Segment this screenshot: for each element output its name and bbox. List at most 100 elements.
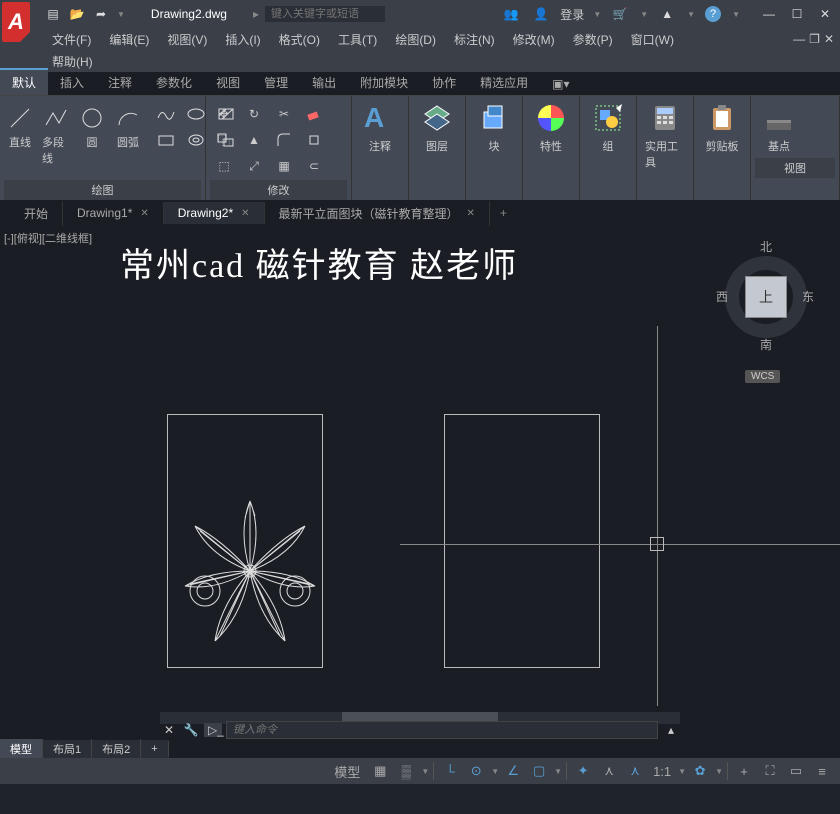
menu-param[interactable]: 参数(P) — [565, 29, 621, 50]
tool-circle[interactable]: 圆 — [76, 102, 108, 152]
login-label[interactable]: 登录 — [560, 6, 584, 23]
qat-dropdown-icon[interactable]: ▼ — [117, 10, 125, 19]
status-isodraft-icon[interactable]: ∠ — [501, 760, 525, 782]
help-icon[interactable]: ? — [705, 6, 721, 22]
panel-modify-title[interactable]: 修改 — [210, 180, 347, 200]
autodesk-icon[interactable]: ▲ — [658, 5, 676, 23]
status-custom-icon[interactable]: ≡ — [810, 760, 834, 782]
tool-properties[interactable]: 特性 — [527, 98, 575, 158]
drawing-flower-block[interactable] — [150, 476, 350, 666]
tool-rotate-icon[interactable]: ↻ — [240, 102, 268, 126]
tool-offset-icon[interactable]: ⊂ — [300, 154, 328, 178]
panel-draw-title[interactable]: 绘图 — [4, 180, 201, 200]
viewcube-north[interactable]: 北 — [760, 238, 772, 255]
tool-utilities[interactable]: 实用工具 — [641, 98, 689, 174]
tab-close-icon[interactable]: ✕ — [140, 208, 148, 219]
ribbon-tab-addins[interactable]: 附加模块 — [348, 70, 420, 95]
doc-minimize-icon[interactable]: — — [793, 32, 805, 46]
doc-restore-icon[interactable]: ❐ — [809, 32, 820, 46]
layout-tab-model[interactable]: 模型 — [0, 739, 43, 758]
ribbon-tab-param[interactable]: 参数化 — [144, 70, 204, 95]
layout-tab-add-icon[interactable]: + — [141, 741, 168, 757]
viewcube[interactable]: 上 北 南 东 西 WCS — [710, 236, 820, 366]
menu-file[interactable]: 文件(F) — [44, 29, 99, 50]
menu-insert[interactable]: 插入(I) — [217, 29, 268, 50]
share-people-icon[interactable]: 👥 — [502, 5, 520, 23]
layout-tab-1[interactable]: 布局1 — [43, 739, 92, 758]
ribbon-tab-annotate[interactable]: 注释 — [96, 70, 144, 95]
ribbon-tab-insert[interactable]: 插入 — [48, 70, 96, 95]
tool-stretch-icon[interactable]: ⬚ — [210, 154, 238, 178]
viewcube-top[interactable]: 上 — [745, 276, 787, 318]
tool-group[interactable]: 组 — [584, 98, 632, 158]
tool-rect-icon[interactable] — [152, 128, 180, 152]
view-label[interactable]: [-][俯视][二维线框] — [4, 230, 92, 246]
panel-view-title[interactable]: 视图 — [755, 158, 835, 178]
menu-help[interactable]: 帮助(H) — [44, 51, 101, 72]
menu-window[interactable]: 窗口(W) — [623, 29, 682, 50]
viewcube-east[interactable]: 东 — [802, 288, 814, 305]
status-ortho-icon[interactable]: └ — [438, 760, 462, 782]
menu-view[interactable]: 视图(V) — [159, 29, 215, 50]
menu-edit[interactable]: 编辑(E) — [101, 29, 157, 50]
cart-icon[interactable]: 🛒 — [611, 5, 629, 23]
status-transparency-icon[interactable]: ⋏ — [597, 760, 621, 782]
doc-close-icon[interactable]: ✕ — [824, 32, 834, 46]
tool-arc[interactable]: 圆弧 — [112, 102, 144, 152]
status-osnap-icon[interactable]: ▢ — [527, 760, 551, 782]
status-polar-icon[interactable]: ⊙ — [464, 760, 488, 782]
tool-erase-icon[interactable] — [300, 102, 328, 126]
share-icon[interactable]: ➦ — [92, 5, 110, 23]
doc-tab-drawing1[interactable]: Drawing1*✕ — [63, 202, 164, 224]
app-logo[interactable]: A — [2, 2, 30, 42]
tool-mirror-icon[interactable]: ▲ — [240, 128, 268, 152]
menu-dim[interactable]: 标注(N) — [446, 29, 503, 50]
drawing-rect-right[interactable] — [444, 414, 600, 668]
status-add-icon[interactable]: + — [732, 760, 756, 782]
search-input[interactable] — [265, 6, 385, 22]
tool-polyline[interactable]: 多段线 — [40, 102, 72, 168]
tool-base[interactable]: 基点 — [755, 98, 803, 158]
status-monitor-icon[interactable]: ⛶ — [758, 760, 782, 782]
status-snap-icon[interactable]: ▒ — [394, 760, 418, 782]
cmd-close-icon[interactable]: ✕ — [160, 723, 178, 737]
tool-fillet-icon[interactable] — [270, 128, 298, 152]
close-icon[interactable]: ✕ — [816, 5, 834, 23]
tool-explode-icon[interactable] — [300, 128, 328, 152]
tool-spline-icon[interactable] — [152, 102, 180, 126]
minimize-icon[interactable]: — — [760, 5, 778, 23]
tool-clipboard[interactable]: 剪贴板 — [698, 98, 746, 158]
viewcube-south[interactable]: 南 — [760, 336, 772, 353]
tool-trim-icon[interactable]: ✂ — [270, 102, 298, 126]
menu-draw[interactable]: 绘图(D) — [387, 29, 444, 50]
status-gear-icon[interactable]: ✿ — [688, 760, 712, 782]
tab-close-icon[interactable]: ✕ — [241, 208, 249, 219]
tool-array-icon[interactable]: ▦ — [270, 154, 298, 178]
wcs-label[interactable]: WCS — [745, 370, 780, 383]
status-grid-icon[interactable]: ▦ — [368, 760, 392, 782]
layout-tab-2[interactable]: 布局2 — [92, 739, 141, 758]
menu-modify[interactable]: 修改(M) — [505, 29, 563, 50]
new-icon[interactable]: ▤ — [44, 5, 62, 23]
status-scale-label[interactable]: 1:1 — [649, 760, 675, 782]
tab-close-icon[interactable]: ✕ — [467, 208, 475, 219]
ribbon-tab-featured[interactable]: 精选应用 — [468, 70, 540, 95]
ribbon-tab-collab[interactable]: 协作 — [420, 70, 468, 95]
tool-line[interactable]: 直线 — [4, 102, 36, 152]
tool-annotate[interactable]: A 注释 — [356, 98, 404, 158]
new-tab-icon[interactable]: + — [490, 202, 517, 224]
ribbon-tab-view[interactable]: 视图 — [204, 70, 252, 95]
ribbon-tab-more-icon[interactable]: ▣▾ — [540, 73, 581, 95]
doc-tab-start[interactable]: 开始 — [10, 201, 63, 226]
menu-tools[interactable]: 工具(T) — [330, 29, 385, 50]
menu-format[interactable]: 格式(O) — [271, 29, 328, 50]
doc-tab-blocks[interactable]: 最新平立面图块（磁针教育整理）✕ — [265, 201, 490, 226]
tool-layers[interactable]: 图层 — [413, 98, 461, 158]
ribbon-tab-manage[interactable]: 管理 — [252, 70, 300, 95]
status-lineweight-icon[interactable]: ✦ — [571, 760, 595, 782]
maximize-icon[interactable]: ☐ — [788, 5, 806, 23]
command-input[interactable] — [226, 721, 658, 739]
tool-scale-icon[interactable]: ⤢ — [240, 154, 268, 178]
ribbon-tab-output[interactable]: 输出 — [300, 70, 348, 95]
ribbon-tab-default[interactable]: 默认 — [0, 68, 48, 95]
